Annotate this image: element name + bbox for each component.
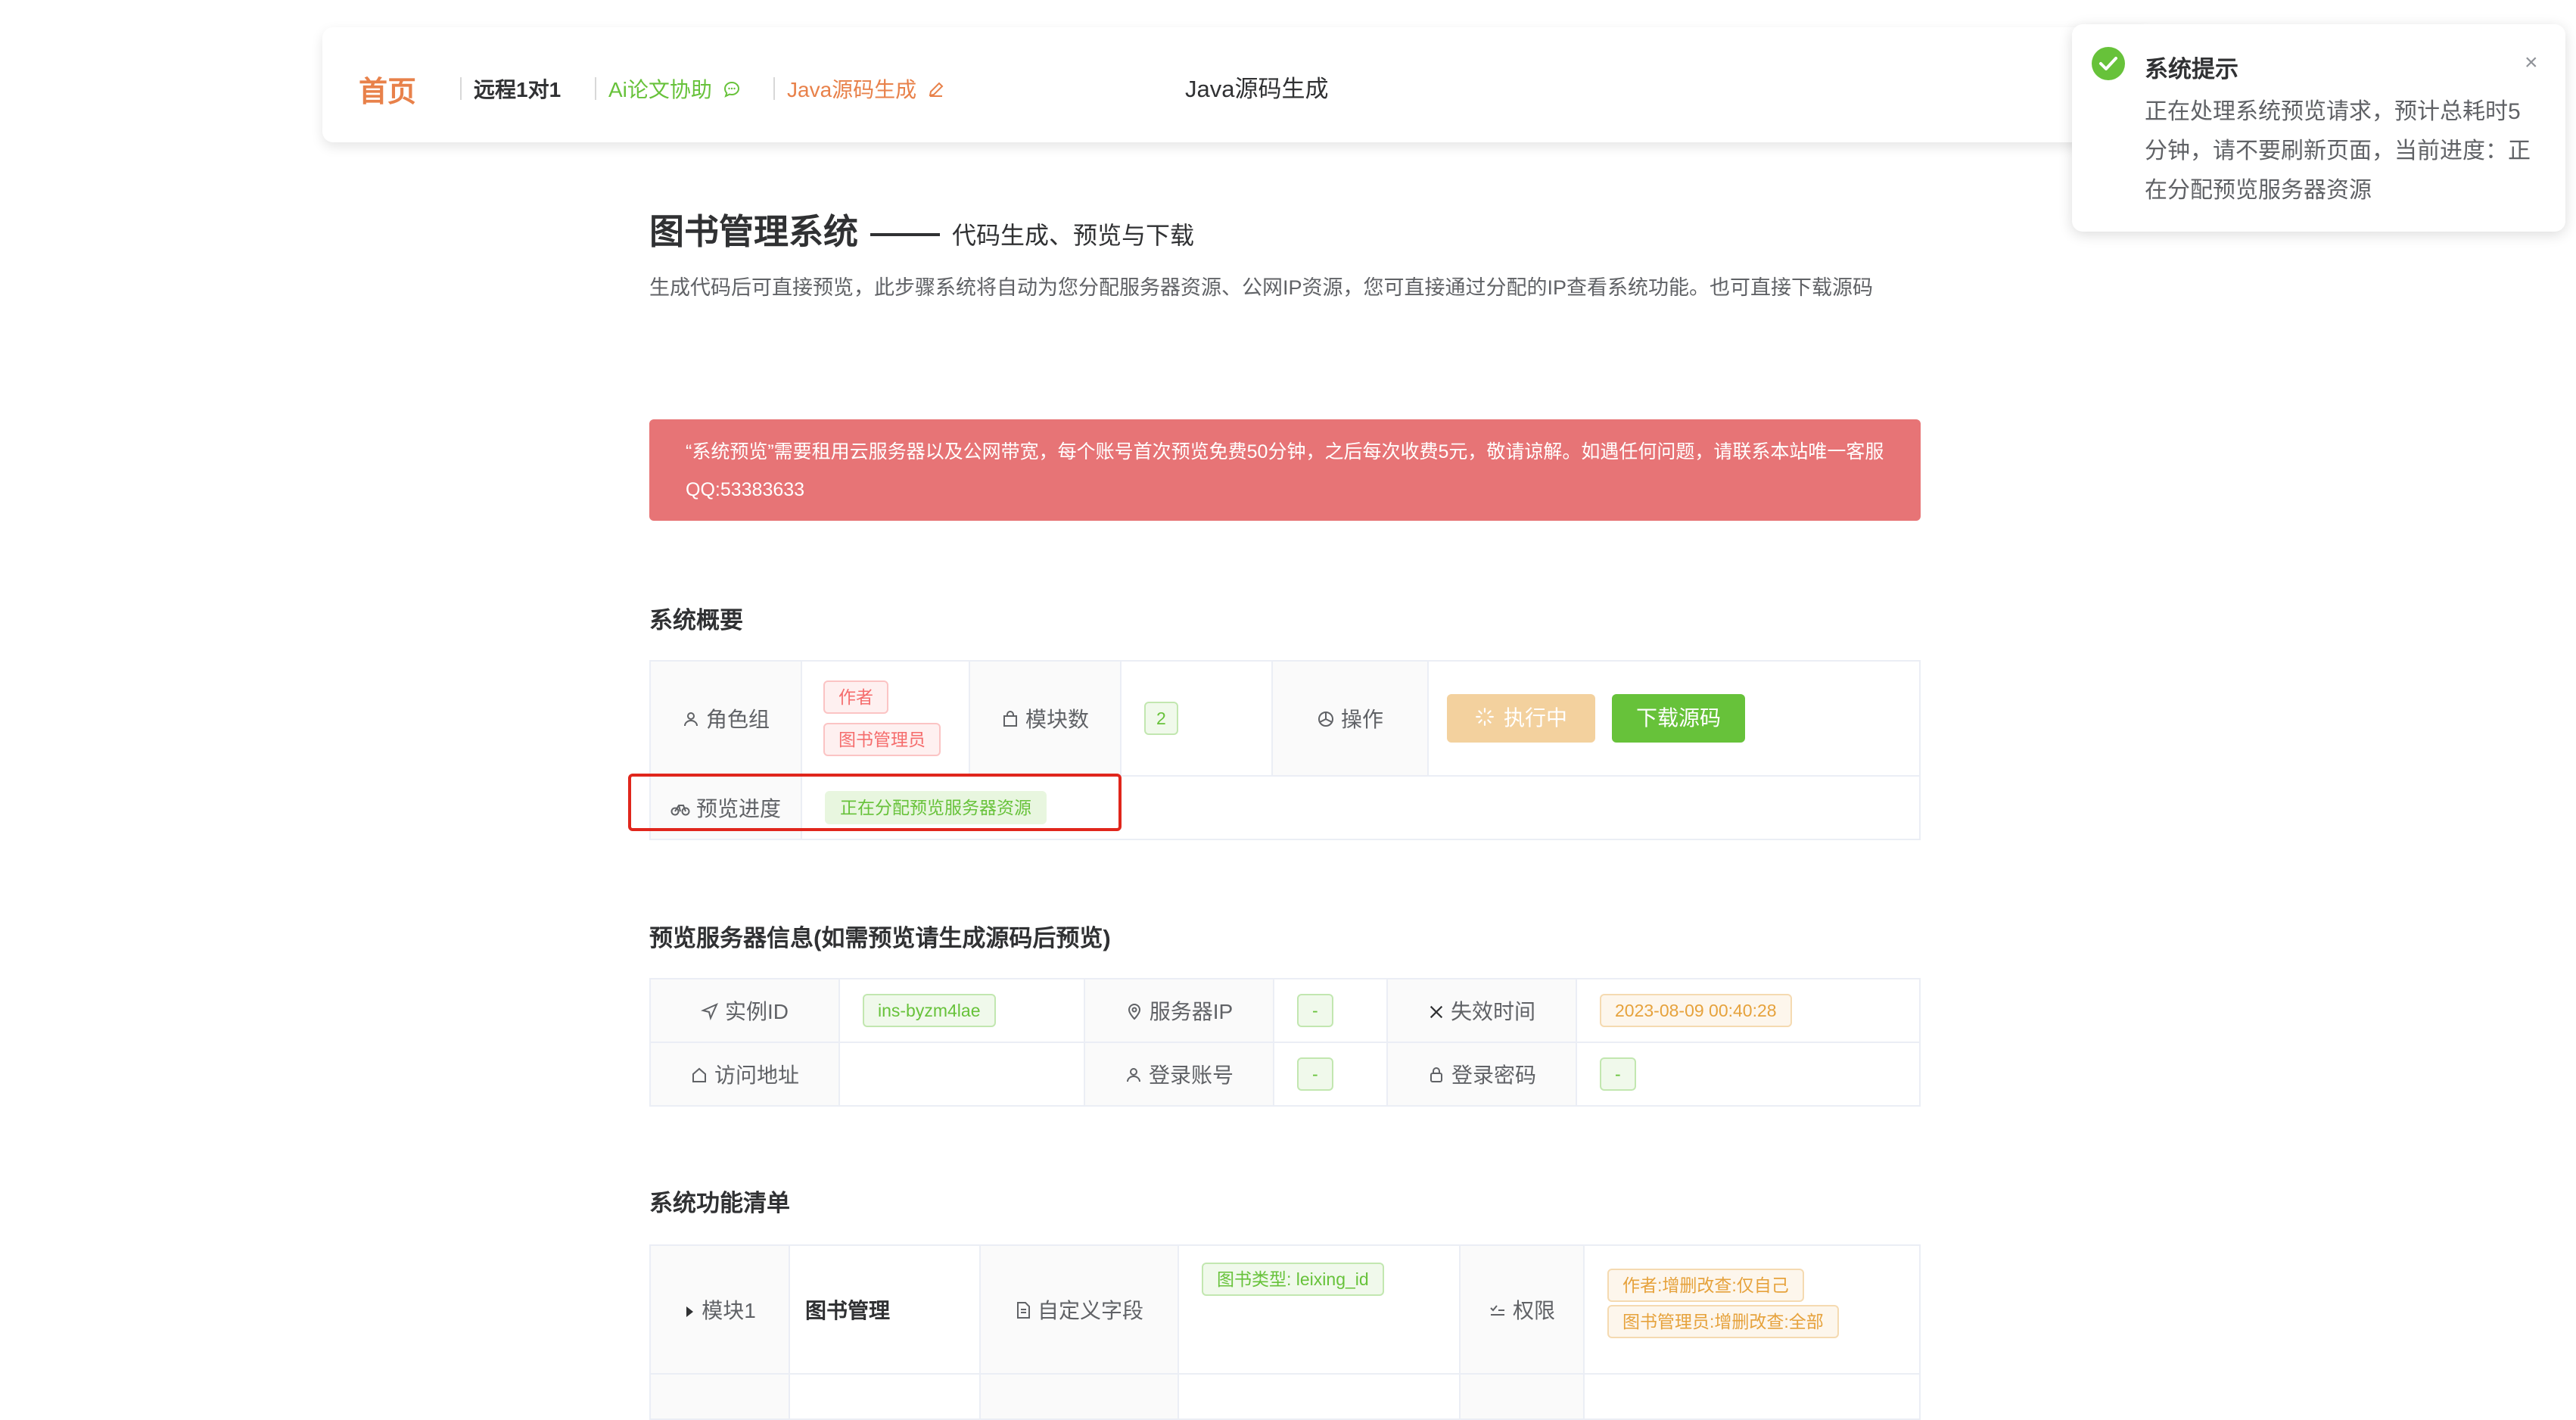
url-label: 访问地址 <box>714 1063 799 1087</box>
page-header-title: Java源码生成 <box>1185 76 1329 102</box>
overview-section-title: 系统概要 <box>649 607 743 634</box>
ip-tag: - <box>1297 994 1333 1027</box>
expire-time-tag: 2023-08-09 00:40:28 <box>1600 994 1792 1027</box>
nav-home-link[interactable]: 首页 <box>359 68 416 110</box>
module-count-label: 模块数 <box>1025 708 1089 731</box>
download-source-button[interactable]: 下载源码 <box>1612 694 1745 743</box>
account-cell: - <box>1273 1042 1388 1107</box>
top-navbar: 首页 远程1对1 Ai论文协助 Java源码生成 Java源码生成 <box>322 27 2154 142</box>
nav-java-link[interactable]: Java源码生成 <box>787 77 945 104</box>
pinwheel-icon <box>1317 709 1335 733</box>
custom-field-tag: 图书类型: leixing_id <box>1202 1263 1384 1296</box>
module-row-2-cell <box>1459 1373 1585 1420</box>
running-button[interactable]: 执行中 <box>1447 694 1595 743</box>
server-info-table: 实例ID ins-byzm4lae 服务器IP - 失效时间 2023-08-0… <box>649 978 1921 1107</box>
chat-bubble-icon <box>723 79 741 104</box>
house-icon <box>690 1065 708 1089</box>
page-title: 图书管理系统 代码生成、预览与下载 <box>649 204 1194 254</box>
document-icon <box>1015 1300 1031 1325</box>
expire-label-cell: 失效时间 <box>1386 978 1577 1043</box>
action-label-cell: 操作 <box>1271 660 1429 777</box>
custom-field-label: 自定义字段 <box>1037 1299 1143 1322</box>
permission-tag: 作者:增删改查:仅自己 <box>1607 1269 1804 1302</box>
module-count-label-cell: 模块数 <box>969 660 1122 777</box>
features-table: 模块1 图书管理 自定义字段 图书类型: leixing_id 权限 作者:增删… <box>649 1244 1921 1420</box>
password-label: 登录密码 <box>1451 1063 1536 1087</box>
system-notification-toast: 系统提示 × 正在处理系统预览请求，预计总耗时5分钟，请不要刷新页面，当前进度：… <box>2072 24 2565 232</box>
module-count-tag: 2 <box>1144 702 1178 735</box>
module-row-2-label <box>649 1373 790 1420</box>
toast-title: 系统提示 <box>2145 56 2238 83</box>
expire-label: 失效时间 <box>1450 1000 1535 1023</box>
custom-field-label-cell: 自定义字段 <box>979 1244 1179 1375</box>
nav-divider <box>595 77 596 100</box>
navigation-arrow-icon <box>700 1001 719 1026</box>
permissions-cell: 作者:增删改查:仅自己 图书管理员:增删改查:全部 <box>1583 1244 1921 1375</box>
success-check-icon <box>2092 47 2125 80</box>
nav-divider <box>773 77 775 100</box>
ip-cell: - <box>1273 978 1388 1043</box>
nav-ai-link[interactable]: Ai论文协助 <box>608 77 741 104</box>
role-tag: 作者 <box>823 680 888 714</box>
account-tag: - <box>1297 1057 1333 1091</box>
permission-tag: 图书管理员:增删改查:全部 <box>1607 1305 1839 1338</box>
module-count-cell: 2 <box>1120 660 1273 777</box>
user-icon <box>682 709 700 733</box>
module-row-2-cell <box>1583 1373 1921 1420</box>
roles-cell: 作者 图书管理员 <box>801 660 970 777</box>
expire-cell: 2023-08-09 00:40:28 <box>1576 978 1921 1043</box>
caret-right-icon <box>683 1300 695 1325</box>
url-label-cell: 访问地址 <box>649 1042 840 1107</box>
location-pin-icon <box>1125 1001 1143 1026</box>
permission-label: 权限 <box>1512 1299 1555 1322</box>
module-label: 模块1 <box>702 1299 756 1322</box>
role-label-cell: 角色组 <box>649 660 802 777</box>
nav-ai-label: Ai论文协助 <box>608 78 712 101</box>
server-section-title: 预览服务器信息(如需预览请生成源码后预览) <box>649 925 1111 951</box>
loading-icon <box>1475 696 1495 744</box>
checklist-icon <box>1489 1300 1507 1325</box>
ip-label-cell: 服务器IP <box>1084 978 1274 1043</box>
password-label-cell: 登录密码 <box>1386 1042 1577 1107</box>
toast-message: 正在处理系统预览请求，预计总耗时5分钟，请不要刷新页面，当前进度：正在分配预览服… <box>2145 99 2531 203</box>
features-section-title: 系统功能清单 <box>649 1190 790 1216</box>
ip-label: 服务器IP <box>1149 1000 1234 1023</box>
password-cell: - <box>1576 1042 1921 1107</box>
pricing-alert: “系统预览”需要租用云服务器以及公网带宽，每个账号首次预览免费50分钟，之后每次… <box>649 419 1921 521</box>
progress-highlight-box <box>628 774 1122 831</box>
pencil-icon <box>927 79 945 104</box>
module-row-toggle[interactable]: 模块1 <box>649 1244 790 1375</box>
module-row-2-cell <box>1178 1373 1461 1420</box>
close-x-icon <box>1428 1001 1445 1026</box>
running-button-label: 执行中 <box>1503 706 1567 730</box>
role-label: 角色组 <box>705 708 770 731</box>
url-cell[interactable] <box>838 1042 1085 1107</box>
title-dash <box>870 232 940 236</box>
module-name-cell: 图书管理 <box>789 1244 981 1375</box>
role-tag: 图书管理员 <box>823 723 941 756</box>
action-cell: 执行中 下载源码 <box>1427 660 1921 777</box>
instance-id-tag: ins-byzm4lae <box>863 994 996 1027</box>
password-tag: - <box>1600 1057 1636 1091</box>
page-description: 生成代码后可直接预览，此步骤系统将自动为您分配服务器资源、公网IP资源，您可直接… <box>649 276 1874 299</box>
module-row-2-cell <box>979 1373 1179 1420</box>
system-name: 图书管理系统 <box>649 212 858 251</box>
nav-remote-link[interactable]: 远程1对1 <box>474 77 561 103</box>
close-icon[interactable]: × <box>2525 50 2538 76</box>
action-label: 操作 <box>1340 708 1383 731</box>
page-subtitle: 代码生成、预览与下载 <box>952 222 1195 249</box>
bag-icon <box>1001 709 1019 733</box>
user-icon <box>1125 1065 1143 1089</box>
custom-field-cell: 图书类型: leixing_id <box>1178 1244 1461 1375</box>
account-label: 登录账号 <box>1148 1063 1234 1087</box>
permission-label-cell: 权限 <box>1459 1244 1585 1375</box>
instance-id-cell: ins-byzm4lae <box>838 978 1085 1043</box>
module-row-2-cell <box>789 1373 981 1420</box>
nav-java-label: Java源码生成 <box>787 78 917 101</box>
account-label-cell: 登录账号 <box>1084 1042 1274 1107</box>
lock-icon <box>1427 1065 1445 1089</box>
instance-label: 实例ID <box>724 1000 789 1023</box>
instance-label-cell: 实例ID <box>649 978 840 1043</box>
nav-divider <box>460 77 462 100</box>
